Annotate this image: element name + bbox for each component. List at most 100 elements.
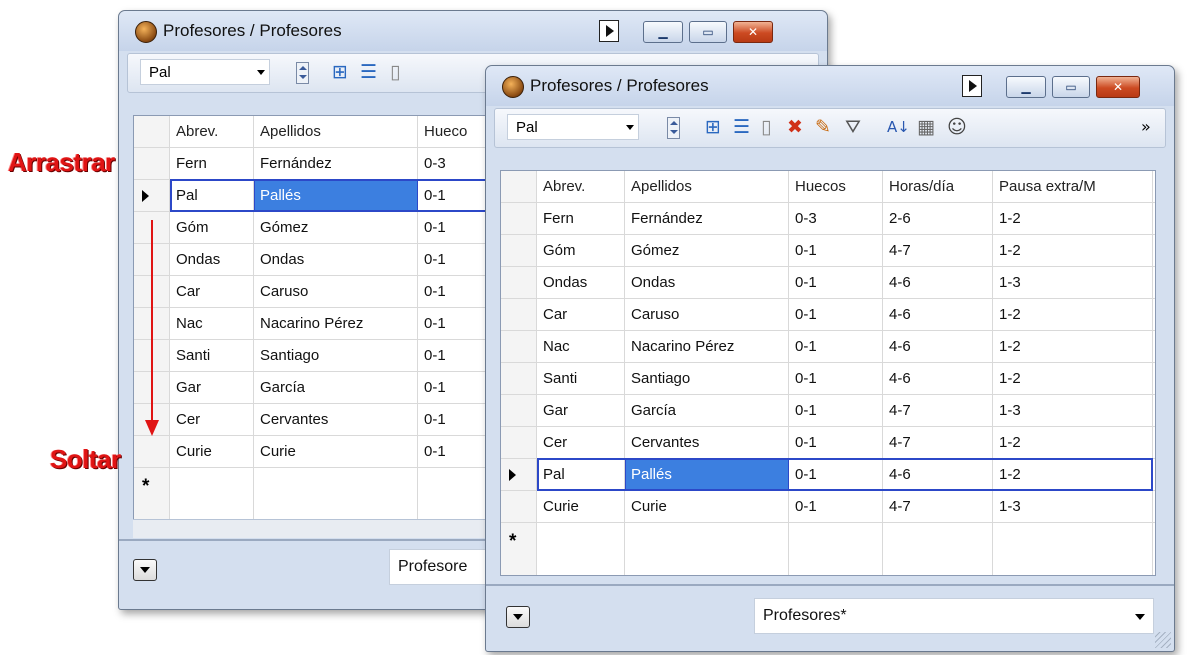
row-header[interactable] — [501, 491, 537, 522]
row-header[interactable] — [134, 436, 170, 467]
column-header[interactable]: Apellidos — [625, 171, 789, 202]
edit-icon[interactable]: ✎ — [815, 116, 831, 138]
sort-az-icon[interactable]: A↓ — [887, 116, 910, 138]
table-cell[interactable]: Fern — [170, 148, 254, 179]
table-cell[interactable]: Curie — [625, 491, 789, 522]
row-list-icon[interactable]: ☰ — [360, 61, 377, 83]
table-cell[interactable]: 0-3 — [789, 203, 883, 234]
table-cell[interactable]: Cer — [170, 404, 254, 435]
table-cell[interactable]: Nacarino Pérez — [254, 308, 418, 339]
row-header[interactable]: * — [134, 468, 170, 520]
row-header[interactable] — [501, 267, 537, 298]
table-cell[interactable]: García — [625, 395, 789, 426]
table-cell[interactable]: Nacarino Pérez — [625, 331, 789, 362]
column-header[interactable]: Horas/día — [883, 171, 993, 202]
new-row[interactable]: * — [501, 523, 1155, 575]
table-cell[interactable]: 0-1 — [789, 363, 883, 394]
table-cell[interactable]: Santiago — [625, 363, 789, 394]
table-row[interactable]: Gar García 0-1 4-7 1-3 — [501, 395, 1155, 427]
table-cell[interactable]: 1-2 — [993, 427, 1153, 458]
table-cell[interactable]: Santi — [170, 340, 254, 371]
table-cell[interactable]: Cer — [537, 427, 625, 458]
table-cell[interactable]: 0-1 — [789, 395, 883, 426]
close-button[interactable]: ✕ — [1096, 76, 1140, 98]
table-cell[interactable]: Ondas — [537, 267, 625, 298]
column-header[interactable]: Abrev. — [537, 171, 625, 202]
table-cell[interactable]: 0-1 — [789, 299, 883, 330]
table-cell[interactable]: 1-3 — [993, 491, 1153, 522]
table-cell[interactable]: Pal — [170, 180, 254, 211]
table-cell[interactable]: García — [254, 372, 418, 403]
table-cell[interactable]: 4-7 — [883, 395, 993, 426]
table-cell[interactable]: Góm — [170, 212, 254, 243]
row-header-corner[interactable] — [134, 116, 170, 147]
table-cell[interactable]: Car — [537, 299, 625, 330]
minimize-button[interactable]: ▁ — [643, 21, 683, 43]
table-row[interactable]: Curie Curie 0-1 4-7 1-3 — [501, 491, 1155, 523]
table-cell[interactable]: 1-2 — [993, 235, 1153, 266]
table-cell[interactable]: 4-6 — [883, 299, 993, 330]
spin-icon[interactable] — [667, 117, 680, 139]
minimize-button[interactable]: ▁ — [1006, 76, 1046, 98]
table-cell[interactable]: Gómez — [254, 212, 418, 243]
spin-icon[interactable] — [296, 62, 309, 84]
play-icon[interactable] — [599, 20, 619, 42]
table-cell[interactable]: 1-2 — [993, 299, 1153, 330]
new-record-icon[interactable]: ▯ — [761, 116, 771, 138]
delete-icon[interactable]: ✖ — [787, 116, 803, 138]
row-header[interactable] — [501, 299, 537, 330]
table-cell[interactable]: Curie — [254, 436, 418, 467]
row-header[interactable] — [134, 148, 170, 179]
column-header[interactable]: Abrev. — [170, 116, 254, 147]
table-cell[interactable]: Caruso — [254, 276, 418, 307]
dropdown-icon[interactable] — [133, 559, 157, 581]
table-cell[interactable]: Nac — [537, 331, 625, 362]
row-header[interactable] — [501, 331, 537, 362]
table-cell[interactable]: 4-6 — [883, 363, 993, 394]
table-cell[interactable]: 0-1 — [789, 427, 883, 458]
table-cell[interactable]: 0-1 — [789, 491, 883, 522]
row-header[interactable] — [501, 459, 537, 490]
table-row[interactable]: Góm Gómez 0-1 4-7 1-2 — [501, 235, 1155, 267]
table-cell[interactable]: Caruso — [625, 299, 789, 330]
table-cell[interactable]: Pal — [537, 459, 625, 490]
row-header[interactable] — [501, 363, 537, 394]
new-record-icon[interactable]: ▯ — [390, 61, 400, 83]
table-cell[interactable]: Car — [170, 276, 254, 307]
row-header[interactable] — [134, 180, 170, 211]
table-cell[interactable]: Ondas — [254, 244, 418, 275]
table-cell[interactable]: 0-1 — [789, 235, 883, 266]
resize-grip-icon[interactable] — [1155, 632, 1171, 648]
table-cell[interactable]: Nac — [170, 308, 254, 339]
back-titlebar[interactable]: Profesores / Profesores ▁ ▭ ✕ — [119, 11, 827, 51]
table-cell[interactable]: Gómez — [625, 235, 789, 266]
row-list-icon[interactable]: ☰ — [733, 116, 750, 138]
empty-cell[interactable] — [625, 523, 789, 575]
table-cell[interactable]: 1-2 — [993, 203, 1153, 234]
empty-cell[interactable] — [789, 523, 883, 575]
row-header[interactable] — [501, 203, 537, 234]
table-cell[interactable]: 4-7 — [883, 491, 993, 522]
table-row[interactable]: Santi Santiago 0-1 4-6 1-2 — [501, 363, 1155, 395]
column-header[interactable]: Huecos — [789, 171, 883, 202]
play-icon[interactable] — [962, 75, 982, 97]
table-cell[interactable]: 0-1 — [789, 459, 883, 490]
table-cell[interactable]: 4-6 — [883, 267, 993, 298]
table-row[interactable]: Ondas Ondas 0-1 4-6 1-3 — [501, 267, 1155, 299]
table-cell[interactable]: 1-2 — [993, 331, 1153, 362]
grid-expand-icon[interactable]: ⊞ — [705, 116, 721, 138]
table-cell[interactable]: Santiago — [254, 340, 418, 371]
teacher-combo[interactable]: Pal — [507, 114, 639, 140]
table-row[interactable]: Nac Nacarino Pérez 0-1 4-6 1-2 — [501, 331, 1155, 363]
table-cell[interactable]: Cervantes — [254, 404, 418, 435]
row-header[interactable] — [501, 235, 537, 266]
table-cell[interactable]: Ondas — [170, 244, 254, 275]
filter-icon[interactable]: ⛛ — [845, 116, 861, 138]
table-cell[interactable]: 1-2 — [993, 363, 1153, 394]
empty-cell[interactable] — [170, 468, 254, 520]
table-row[interactable]: Cer Cervantes 0-1 4-7 1-2 — [501, 427, 1155, 459]
table-cell[interactable]: Góm — [537, 235, 625, 266]
table-cell[interactable]: Gar — [170, 372, 254, 403]
table-cell[interactable]: Fern — [537, 203, 625, 234]
front-titlebar[interactable]: Profesores / Profesores ▁ ▭ ✕ — [486, 66, 1174, 106]
